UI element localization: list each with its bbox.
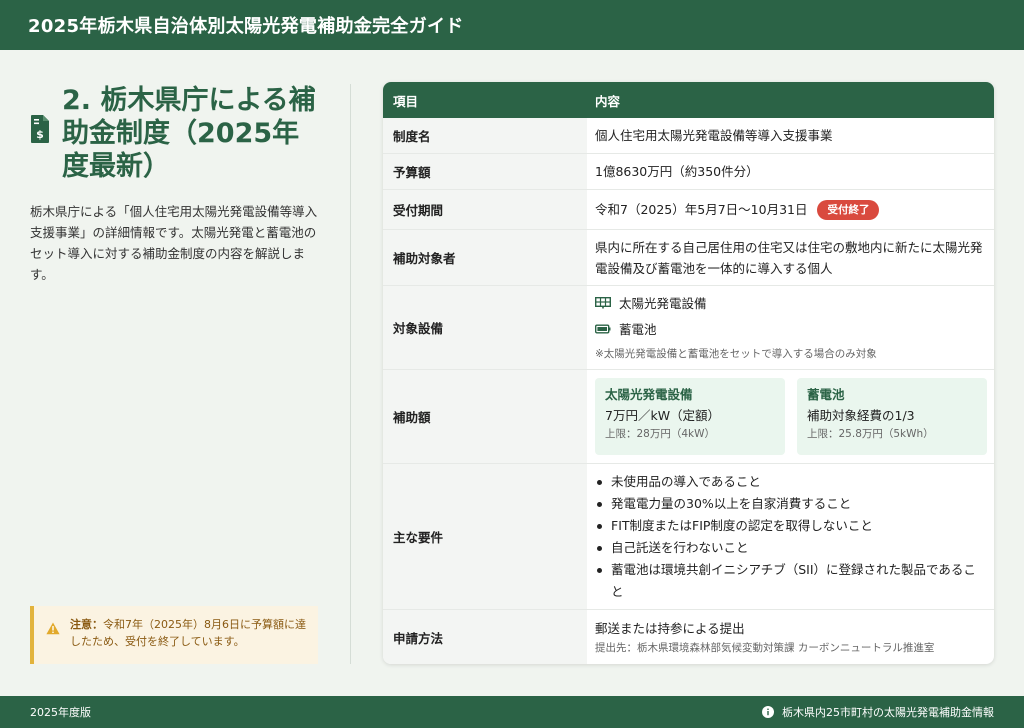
notice-box: 注意：令和7年（2025年）8月6日に予算額に達したため、受付を終了しています。: [30, 606, 318, 664]
battery-subsidy-box: 蓄電池 補助対象経費の1/3 上限：25.8万円（5kWh）: [797, 378, 987, 455]
list-item: FIT制度またはFIP制度の認定を取得しないこと: [595, 515, 984, 537]
row-key: 補助額: [383, 370, 587, 463]
notice-label: 注意：: [70, 618, 103, 631]
svg-text:$: $: [36, 128, 44, 141]
notice-text: 注意：令和7年（2025年）8月6日に予算額に達したため、受付を終了しています。: [70, 616, 308, 650]
table-row: 申請方法 郵送または持参による提出 提出先：栃木県環境森林部気候変動対策課 カー…: [383, 610, 994, 664]
section-description: 栃木県庁による「個人住宅用太陽光発電設備等導入支援事業」の詳細情報です。太陽光発…: [30, 204, 318, 282]
equipment-item: 蓄電池: [595, 316, 984, 342]
table-row: 予算額 1億8630万円（約350件分）: [383, 154, 994, 190]
top-header-bar: 2025年栃木県自治体別太陽光発電補助金完全ガイド: [0, 0, 1024, 50]
notice-body: 令和7年（2025年）8月6日に予算額に達したため、受付を終了しています。: [70, 618, 306, 648]
footer-bar: 2025年度版 栃木県内25市町村の太陽光発電補助金情報: [0, 696, 1024, 728]
equipment-note: ※太陽光発電設備と蓄電池をセットで導入する場合のみ対象: [595, 348, 877, 360]
invoice-dollar-icon: $: [31, 115, 49, 143]
subsidy-details-table: 項目 内容 制度名 個人住宅用太陽光発電設備等導入支援事業 予算額 1億8630…: [383, 82, 994, 664]
table-header: 項目 内容: [383, 82, 994, 118]
info-icon: [762, 706, 774, 718]
equipment-label: 蓄電池: [619, 321, 657, 337]
header-item: 項目: [393, 93, 419, 109]
battery-icon: [595, 324, 611, 334]
solar-subsidy-box: 太陽光発電設備 7万円／kW（定額） 上限：28万円（4kW）: [595, 378, 785, 455]
table-row: 補助対象者 県内に所在する自己居住用の住宅又は住宅の敷地内に新たに太陽光発電設備…: [383, 230, 994, 286]
table-row: 受付期間 令和7（2025）年5月7日〜10月31日 受付終了: [383, 190, 994, 230]
row-value: 個人住宅用太陽光発電設備等導入支援事業: [587, 118, 994, 153]
row-key: 予算額: [383, 154, 587, 189]
period-line: 令和7（2025）年5月7日〜10月31日 受付終了: [595, 199, 984, 220]
left-panel: $ 2. 栃木県庁による補助金制度（2025年度最新） 栃木県庁による「個人住宅…: [30, 84, 322, 664]
row-value: 1億8630万円（約350件分）: [587, 154, 994, 189]
row-key: 主な要件: [383, 464, 587, 609]
row-key: 制度名: [383, 118, 587, 153]
row-value: 太陽光発電設備 蓄電池 ※太陽光発電設備と蓄電池をセットで導入する場合のみ対象: [587, 286, 994, 369]
subsidy-limit: 上限：28万円（4kW）: [605, 428, 716, 440]
subsidy-value: 補助対象経費の1/3: [807, 408, 915, 423]
budget-value: 1億8630万円（約350件分）: [595, 164, 759, 179]
requirements-list: 未使用品の導入であること 発電電力量の30%以上を自家消費すること FIT制度ま…: [595, 471, 984, 603]
subsidy-boxes: 太陽光発電設備 7万円／kW（定額） 上限：28万円（4kW） 蓄電池 補助対象…: [595, 378, 987, 455]
application-destination: 提出先：栃木県環境森林部気候変動対策課 カーボンニュートラル推進室: [595, 641, 935, 654]
subsidy-title: 太陽光発電設備: [605, 387, 693, 402]
footer-edition: 2025年度版: [30, 706, 91, 719]
list-item: 発電電力量の30%以上を自家消費すること: [595, 493, 984, 515]
header-content: 内容: [595, 93, 621, 109]
section-heading: 2. 栃木県庁による補助金制度（2025年度最新）: [62, 85, 316, 182]
table-row: 補助額 太陽光発電設備 7万円／kW（定額） 上限：28万円（4kW） 蓄電池 …: [383, 370, 994, 464]
row-value: 太陽光発電設備 7万円／kW（定額） 上限：28万円（4kW） 蓄電池 補助対象…: [587, 370, 994, 463]
period-value: 令和7（2025）年5月7日〜10月31日: [595, 202, 808, 217]
table-row: 制度名 個人住宅用太陽光発電設備等導入支援事業: [383, 118, 994, 154]
row-key: 申請方法: [383, 610, 587, 664]
vertical-divider: [350, 84, 351, 664]
solar-panel-icon: [595, 297, 611, 309]
list-item: 未使用品の導入であること: [595, 471, 984, 493]
subsidy-limit: 上限：25.8万円（5kWh）: [807, 428, 934, 440]
eligible-value: 県内に所在する自己居住用の住宅又は住宅の敷地内に新たに太陽光発電設備及び蓄電池を…: [595, 239, 983, 276]
equipment-item: 太陽光発電設備: [595, 290, 984, 316]
equipment-label: 太陽光発電設備: [619, 295, 707, 311]
subsidy-title: 蓄電池: [807, 387, 845, 402]
application-value: 郵送または持参による提出: [595, 620, 745, 636]
table-row: 対象設備 太陽光発電設備 蓄電池 ※太陽光発電設備と蓄電池をセットで導入する場合…: [383, 286, 994, 370]
subsidy-value: 7万円／kW（定額）: [605, 408, 721, 423]
list-item: 自己託送を行わないこと: [595, 537, 984, 559]
row-key: 対象設備: [383, 286, 587, 369]
row-key: 受付期間: [383, 190, 587, 229]
row-key: 補助対象者: [383, 230, 587, 285]
table-row: 主な要件 未使用品の導入であること 発電電力量の30%以上を自家消費すること F…: [383, 464, 994, 610]
row-value: 県内に所在する自己居住用の住宅又は住宅の敷地内に新たに太陽光発電設備及び蓄電池を…: [587, 230, 994, 285]
footer-info: 栃木県内25市町村の太陽光発電補助金情報: [762, 704, 994, 720]
section-heading-row: $ 2. 栃木県庁による補助金制度（2025年度最新）: [30, 84, 322, 183]
warning-icon: [46, 622, 60, 635]
page-title: 2025年栃木県自治体別太陽光発電補助金完全ガイド: [28, 16, 464, 37]
row-value: 未使用品の導入であること 発電電力量の30%以上を自家消費すること FIT制度ま…: [587, 464, 994, 609]
program-name: 個人住宅用太陽光発電設備等導入支援事業: [595, 128, 833, 143]
list-item: 蓄電池は環境共創イニシアチブ（SII）に登録された製品であること: [595, 559, 984, 603]
status-badge: 受付終了: [817, 199, 880, 220]
row-value: 郵送または持参による提出 提出先：栃木県環境森林部気候変動対策課 カーボンニュー…: [587, 610, 994, 664]
footer-text: 栃木県内25市町村の太陽光発電補助金情報: [782, 706, 994, 719]
row-value: 令和7（2025）年5月7日〜10月31日 受付終了: [587, 190, 994, 229]
